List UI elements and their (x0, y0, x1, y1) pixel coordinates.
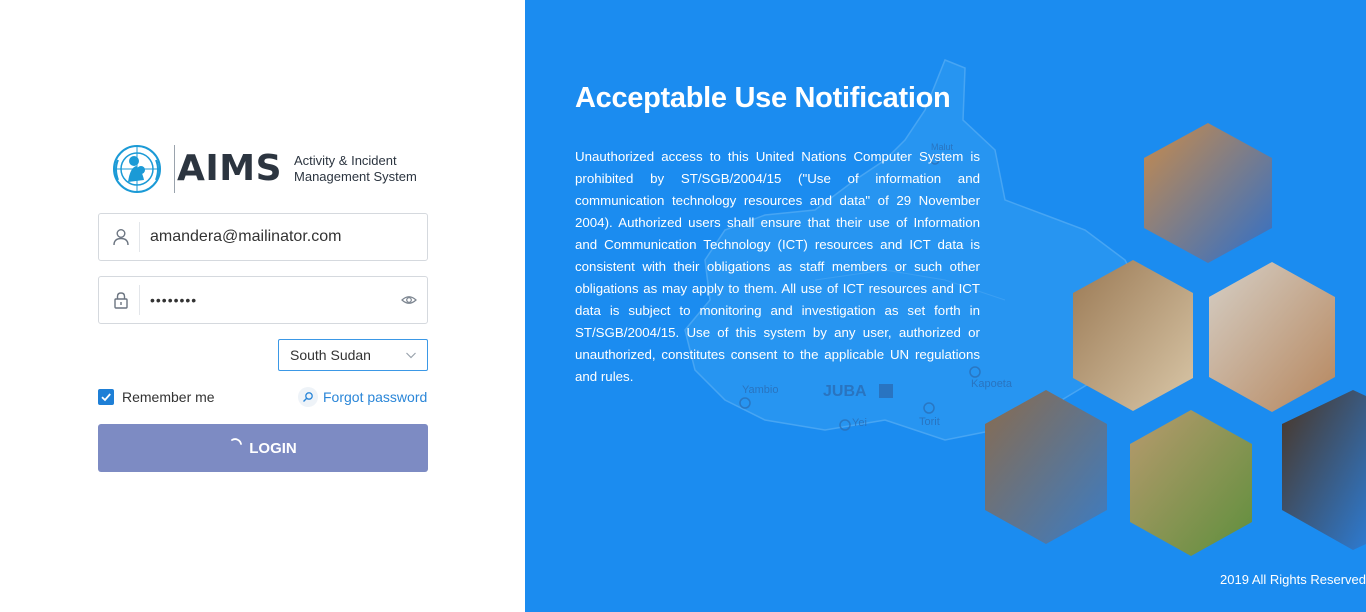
login-panel: AIMS Activity & Incident Management Syst… (0, 0, 525, 612)
spinner-icon (231, 438, 243, 445)
forgot-password-link[interactable]: Forgot password (298, 386, 427, 408)
user-icon (113, 229, 129, 246)
photo-hex-children-playing (1073, 260, 1193, 411)
password-field[interactable]: •••••••• (98, 276, 428, 324)
chevron-down-icon (406, 352, 416, 359)
check-icon (101, 393, 111, 402)
remember-me[interactable]: Remember me (98, 389, 215, 405)
field-separator (139, 222, 140, 252)
forgot-password-label[interactable]: Forgot password (323, 389, 427, 405)
app-full-name-line2: Management System (294, 169, 417, 184)
photo-hex-child-bucket (1130, 410, 1252, 556)
notification-title: Acceptable Use Notification (575, 82, 951, 114)
logo-divider (174, 145, 175, 193)
country-select-value: South Sudan (290, 347, 371, 363)
map-label-torit: Torit (919, 416, 940, 428)
remember-checkbox[interactable] (98, 389, 114, 405)
photo-hex-supplies (1209, 262, 1335, 412)
eye-icon[interactable] (401, 292, 417, 308)
photo-hex-child-portrait (1282, 390, 1366, 550)
login-button-label: LOGIN (249, 439, 297, 457)
country-select[interactable]: South Sudan (278, 339, 428, 371)
email-field[interactable]: amandera@mailinator.com (98, 213, 428, 261)
search-icon (303, 392, 313, 402)
unicef-emblem-icon (113, 145, 161, 193)
notification-body: Unauthorized access to this United Natio… (575, 149, 980, 384)
password-value[interactable]: •••••••• (150, 277, 197, 323)
copyright-text: 2019 All Rights Reserved (1220, 572, 1366, 587)
map-label-yei: Yei (852, 417, 867, 429)
remember-label: Remember me (122, 389, 215, 405)
photo-hexagon-collage (985, 123, 1366, 556)
notification-panel: Yambio JUBA Yei Torit Kapoeta Malut Acce… (525, 0, 1366, 612)
app-full-name-line1: Activity & Incident (294, 153, 397, 168)
app-short-name: AIMS (177, 148, 283, 189)
brand-logo: AIMS Activity & Incident Management Syst… (112, 144, 434, 194)
app-full-name: Activity & Incident Management System (294, 153, 434, 185)
field-separator (139, 285, 140, 315)
login-page: AIMS Activity & Incident Management Syst… (0, 0, 1366, 612)
login-button[interactable]: LOGIN (98, 424, 428, 472)
lock-icon (114, 292, 128, 309)
photo-hex-health-check (985, 390, 1107, 544)
photo-hex-mother-child (1144, 123, 1272, 263)
email-value[interactable]: amandera@mailinator.com (150, 214, 341, 260)
forgot-icon-badge (298, 387, 318, 407)
